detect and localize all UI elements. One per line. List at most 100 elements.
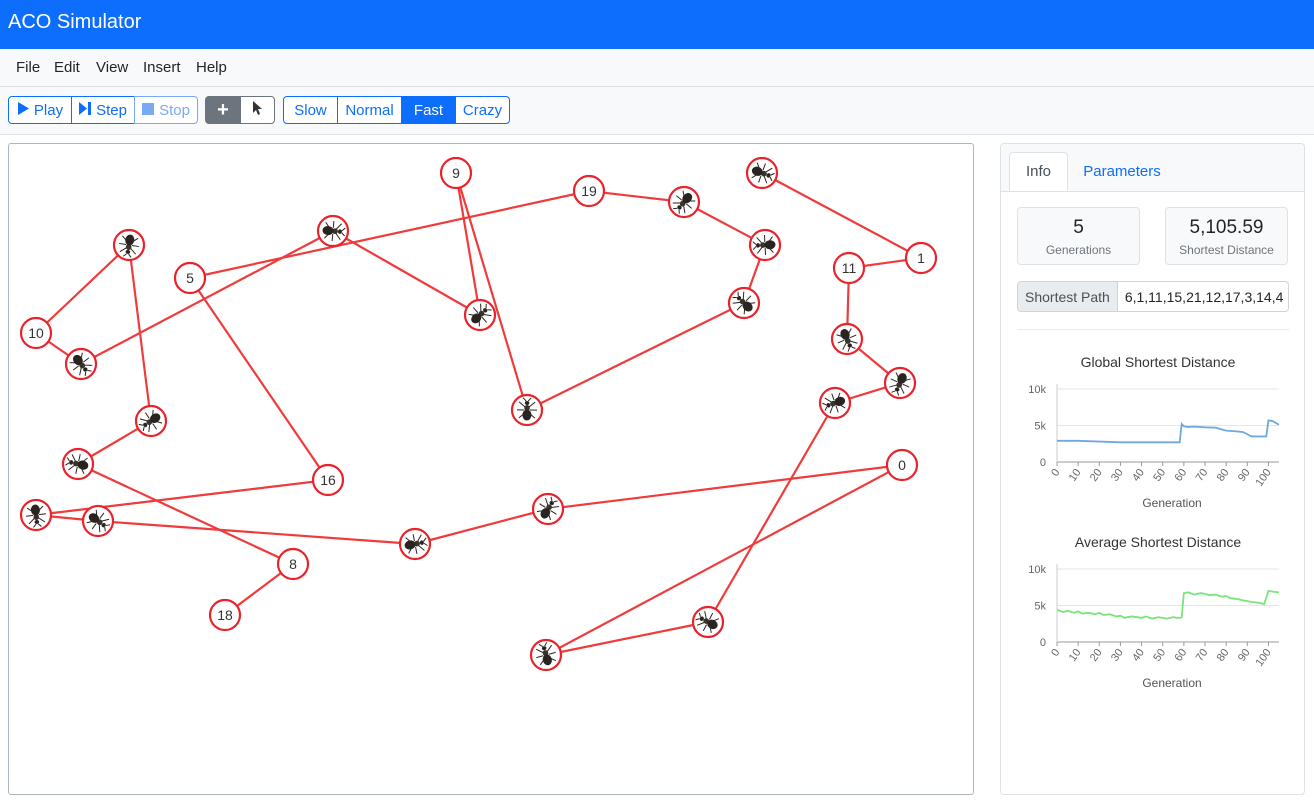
ant-node[interactable] <box>745 156 779 190</box>
chart-title: Average Shortest Distance <box>1075 534 1241 550</box>
node-label: 5 <box>186 270 194 286</box>
tab-info[interactable]: Info <box>1009 152 1068 191</box>
shortest-path-label: Shortest Path <box>1018 282 1118 311</box>
ant-node[interactable] <box>81 504 115 538</box>
menu-insert[interactable]: Insert <box>143 59 181 76</box>
tab-parameters[interactable]: Parameters <box>1077 152 1167 191</box>
node-label: 10 <box>28 325 44 341</box>
graph-node-10[interactable]: 10 <box>19 316 53 350</box>
graph-edge <box>35 244 130 334</box>
x-tick-label: 60 <box>1172 647 1189 664</box>
menu-help[interactable]: Help <box>196 59 227 76</box>
select-button[interactable] <box>240 96 275 124</box>
app-title: ACO Simulator <box>8 11 142 33</box>
ant-node[interactable] <box>61 447 95 481</box>
ant-node[interactable] <box>830 322 864 356</box>
stop-label: Stop <box>159 101 190 119</box>
graph-node-11[interactable]: 11 <box>832 251 866 285</box>
graph-edge <box>545 620 709 657</box>
shortest-path-value[interactable]: 6,1,11,15,21,12,17,3,14,4 <box>1118 282 1288 311</box>
ant-node[interactable] <box>463 298 497 332</box>
x-axis-label: Generation <box>1142 676 1201 690</box>
ant-node[interactable] <box>529 638 563 672</box>
ant-node[interactable] <box>818 386 852 420</box>
x-tick-label: 40 <box>1130 467 1147 484</box>
speed-crazy-button[interactable]: Crazy <box>455 96 510 124</box>
graph-edge <box>97 519 416 546</box>
node-label: 16 <box>320 472 336 488</box>
side-panel: Info Parameters 5 Generations 5,105.59 S… <box>1000 143 1305 795</box>
graph-edge <box>189 189 590 280</box>
ant-node[interactable] <box>112 228 146 262</box>
y-tick-label: 5k <box>1034 601 1046 613</box>
ant-node[interactable] <box>134 404 168 438</box>
ant-node[interactable] <box>510 393 544 427</box>
y-tick-label: 10k <box>1028 564 1046 576</box>
add-node-button[interactable]: + <box>205 96 241 124</box>
step-button[interactable]: Step <box>71 96 135 124</box>
toolbar: Play Step Stop + Slow Normal Fast Crazy <box>0 87 1314 135</box>
chart-title: Global Shortest Distance <box>1081 354 1236 370</box>
x-tick-label: 20 <box>1088 647 1105 664</box>
x-tick-label: 90 <box>1236 467 1253 484</box>
x-tick-label: 50 <box>1151 467 1168 484</box>
x-tick-label: 40 <box>1130 647 1147 664</box>
graph-node-5[interactable]: 5 <box>173 261 207 295</box>
node-label: 9 <box>452 165 460 181</box>
graph-edge <box>761 172 922 259</box>
x-tick-label: 0 <box>1049 647 1062 659</box>
graph-canvas[interactable]: 0 1 5 8 9 10 11 16 18 19 <box>8 143 974 795</box>
menu-edit[interactable]: Edit <box>54 59 80 76</box>
series-line <box>1057 419 1280 444</box>
graph-edge <box>414 507 549 546</box>
graph-edge <box>127 244 153 422</box>
panel-divider <box>1017 329 1289 330</box>
graph-edge <box>545 464 903 656</box>
graph-node-1[interactable]: 1 <box>904 241 938 275</box>
menu-view[interactable]: View <box>96 59 128 76</box>
ant-node[interactable] <box>691 605 725 639</box>
graph-svg: 0 1 5 8 9 10 11 16 18 19 <box>19 156 938 672</box>
global-shortest-distance-chart: Global Shortest Distance 0 5k 10k 0 10 20 30 40 5… <box>1028 354 1280 510</box>
graph-node-8[interactable]: 8 <box>276 547 310 581</box>
shortest-distance-card: 5,105.59 Shortest Distance <box>1165 207 1288 265</box>
y-tick-label: 0 <box>1040 637 1046 649</box>
node-label: 0 <box>898 457 906 473</box>
x-tick-label: 80 <box>1215 467 1232 484</box>
graph-node-18[interactable]: 18 <box>208 598 242 632</box>
ant-node[interactable] <box>748 228 782 262</box>
graph-node-19[interactable]: 19 <box>572 174 606 208</box>
node-label: 1 <box>917 250 925 266</box>
average-shortest-distance-chart: Average Shortest Distance 0 5k 10k 0 10 20 30 40… <box>1028 534 1280 690</box>
y-tick-label: 10k <box>1028 384 1046 396</box>
speed-fast-button[interactable]: Fast <box>401 96 456 124</box>
ant-node[interactable] <box>727 286 761 320</box>
node-label: 19 <box>581 183 597 199</box>
menu-file[interactable]: File <box>16 59 40 76</box>
graph-edge <box>189 277 329 481</box>
stop-button[interactable]: Stop <box>134 96 198 124</box>
ant-node[interactable] <box>398 527 432 561</box>
shortest-distance-label: Shortest Distance <box>1179 243 1274 257</box>
shortest-path-group: Shortest Path 6,1,11,15,21,12,17,3,14,4 <box>1017 281 1289 312</box>
ant-node[interactable] <box>667 185 701 219</box>
generations-value: 5 <box>1073 217 1084 238</box>
step-label: Step <box>96 101 127 119</box>
node-label: 18 <box>217 607 233 623</box>
step-icon <box>79 101 92 119</box>
speed-slow-button[interactable]: Slow <box>283 96 338 124</box>
ant-node[interactable] <box>883 366 917 400</box>
ant-node[interactable] <box>316 214 350 248</box>
ant-node[interactable] <box>64 347 98 381</box>
graph-node-0[interactable]: 0 <box>885 448 919 482</box>
graph-node-9[interactable]: 9 <box>439 156 473 190</box>
speed-normal-button[interactable]: Normal <box>337 96 402 124</box>
ant-node[interactable] <box>19 498 53 532</box>
graph-edge <box>547 463 903 511</box>
play-button[interactable]: Play <box>8 96 72 124</box>
panel-tabs: Info Parameters <box>1001 144 1304 192</box>
graph-node-16[interactable]: 16 <box>311 463 345 497</box>
ant-node[interactable] <box>531 492 565 526</box>
x-tick-label: 30 <box>1109 467 1126 484</box>
generations-label: Generations <box>1045 243 1112 257</box>
